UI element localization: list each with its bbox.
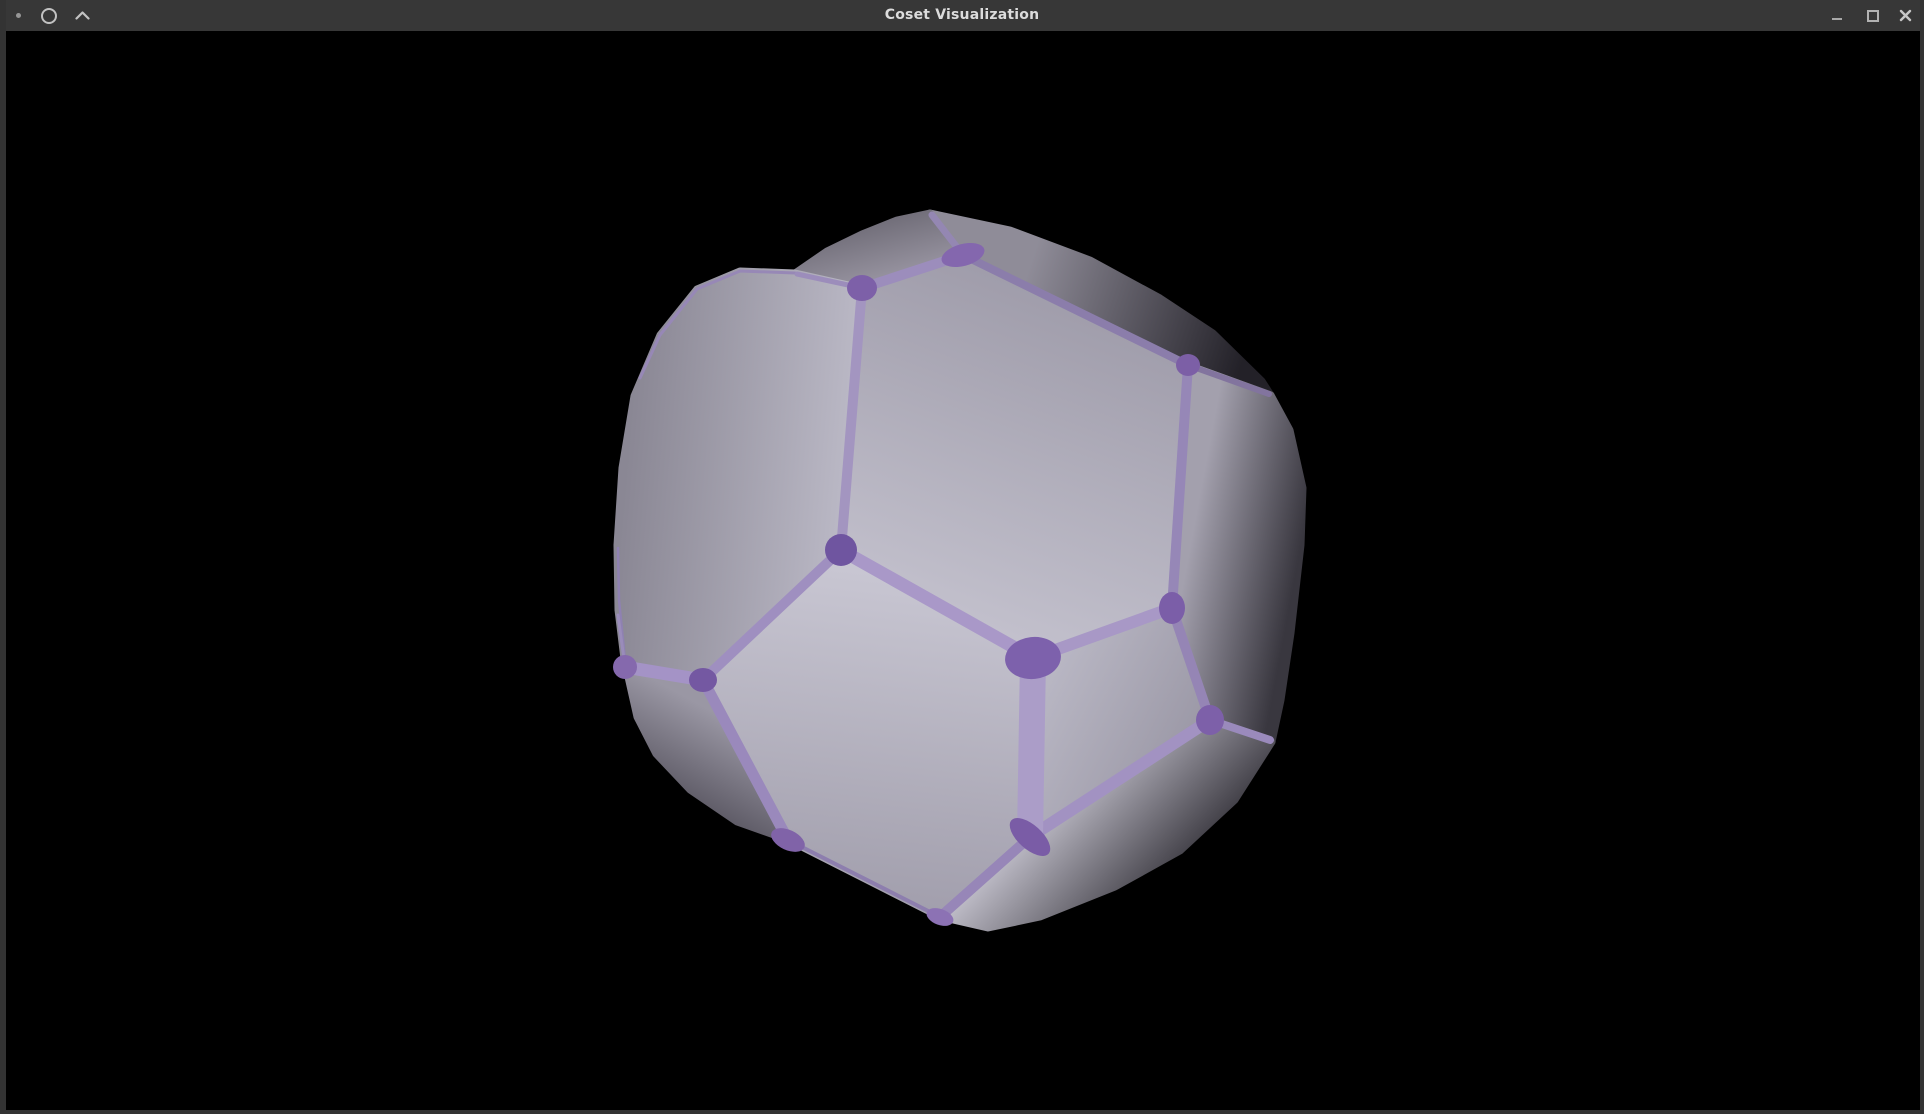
viewport-3d[interactable]	[0, 0, 1924, 1114]
vertex-rightmid	[1159, 592, 1185, 624]
chevron-up-icon[interactable]	[70, 0, 94, 31]
vertex-rightup	[1176, 354, 1200, 376]
vertex-midleft	[825, 534, 857, 566]
maximize-button[interactable]	[1864, 0, 1882, 31]
titlebar[interactable]: Coset Visualization	[0, 0, 1924, 31]
circle-icon[interactable]	[38, 0, 60, 31]
vertex-left	[689, 668, 717, 692]
vertex-rightlow	[1196, 705, 1224, 735]
dot-icon	[10, 0, 26, 31]
window-title: Coset Visualization	[0, 0, 1924, 31]
app-window: Coset Visualization	[0, 0, 1924, 1114]
vertex-leftmost	[613, 655, 637, 679]
close-button[interactable]	[1895, 0, 1915, 31]
edge-front-bottomcenter	[1030, 658, 1033, 837]
minimize-button[interactable]	[1828, 0, 1846, 31]
vertex-topleft	[847, 275, 877, 301]
